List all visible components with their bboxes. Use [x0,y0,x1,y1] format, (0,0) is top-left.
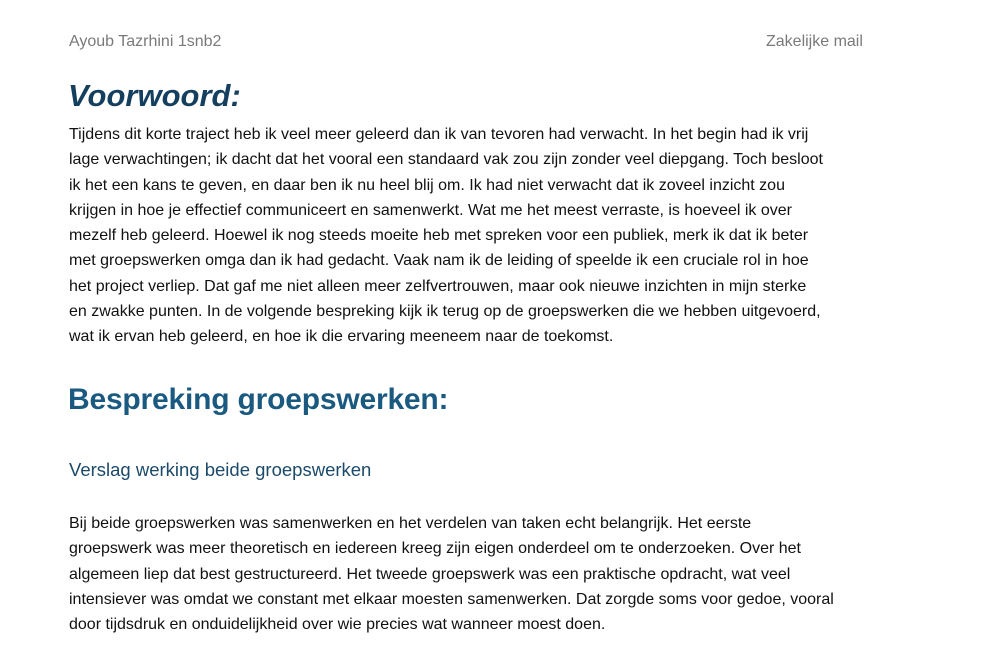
bespreking-paragraph: Bij beide groepswerken was samenwerken e… [69,511,929,637]
paragraph-line: het project verliep. Dat gaf me niet all… [69,277,807,295]
paragraph-line: algemeen liep dat best gestructureerd. H… [69,565,791,583]
paragraph-line: Bij beide groepswerken was samenwerken e… [69,515,752,532]
paragraph-line: ik het een kans te geven, en daar ben ik… [69,176,785,194]
voorwoord-heading: Voorwoord: [68,78,241,113]
paragraph-line: krijgen in hoe je effectief communiceert… [69,201,792,219]
bespreking-subheading: Verslag werking beide groepswerken [69,459,372,480]
header-document-type: Zakelijke mail [766,33,863,50]
paragraph-line: Tijdens dit korte traject heb ik veel me… [69,126,809,143]
paragraph-line: en zwakke punten. In de volgende besprek… [69,303,821,321]
paragraph-line: lage verwachtingen; ik dacht dat het voo… [69,151,823,169]
paragraph-line: intensiever was omdat we constant met el… [69,590,834,608]
header-author: Ayoub Tazrhini 1snb2 [69,33,222,50]
document-page: Ayoub Tazrhini 1snb2 Zakelijke mail Voor… [0,0,991,664]
paragraph-line: door tijdsdruk en onduidelijkheid over w… [69,616,606,634]
bespreking-heading: Bespreking groepswerken: [68,383,449,416]
paragraph-line: wat ik ervan heb geleerd, en hoe ik die … [69,328,614,346]
voorwoord-paragraph: Tijdens dit korte traject heb ik veel me… [69,122,929,350]
paragraph-line: groepswerk was meer theoretisch en ieder… [69,540,801,558]
paragraph-line: met groepswerken omga dan ik had gedacht… [69,252,809,270]
paragraph-line: mezelf heb geleerd. Hoewel ik nog steeds… [69,227,809,245]
